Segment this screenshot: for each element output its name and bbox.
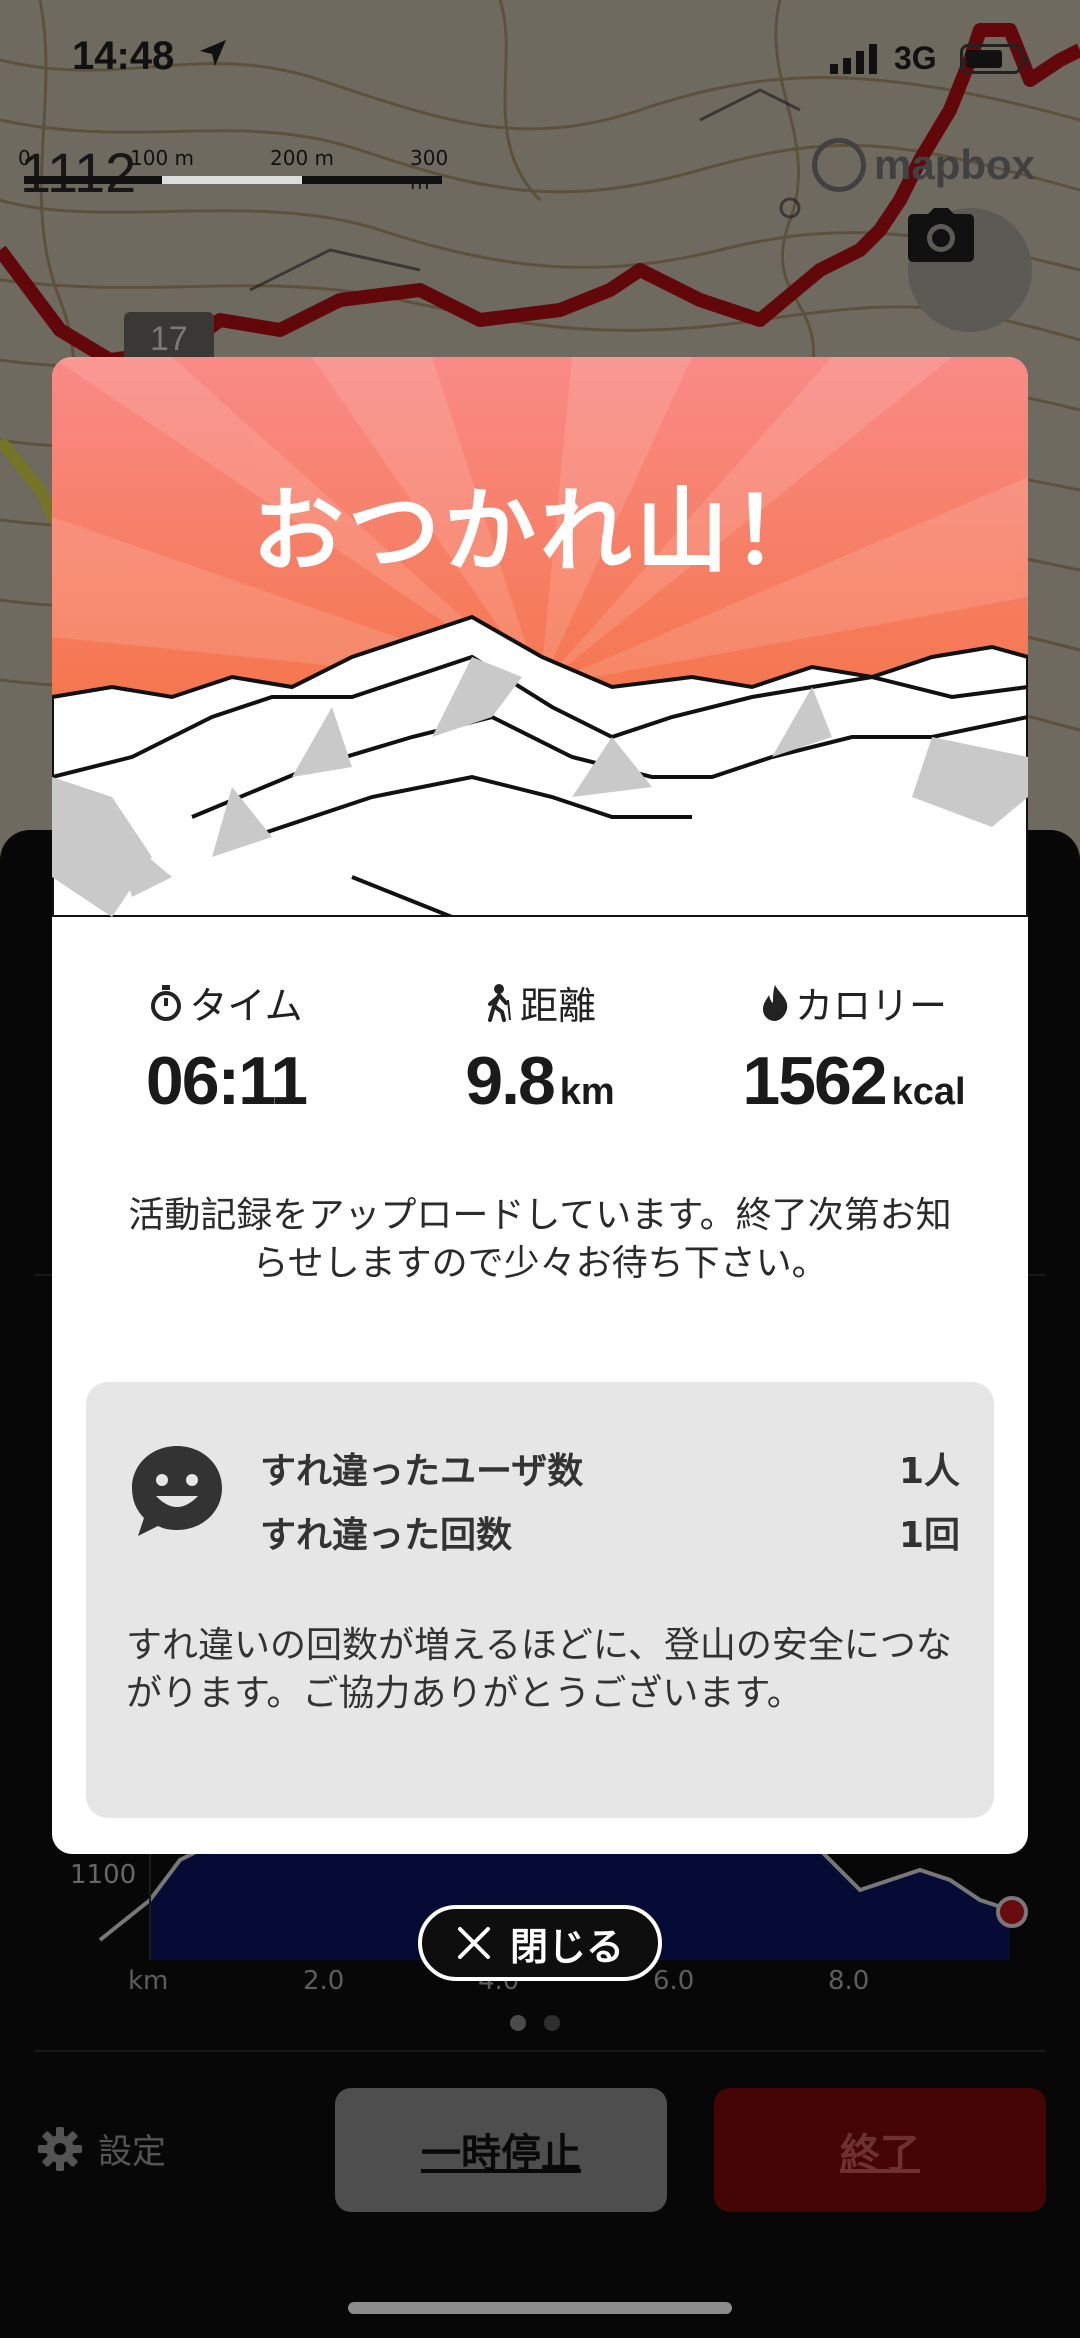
passing-count-label: すれ違った回数 — [260, 1515, 513, 1556]
camera-button[interactable] — [908, 208, 1032, 332]
status-time: 14:48 — [72, 34, 175, 78]
stat-calories-value: 1562 — [742, 1043, 887, 1119]
stat-calories: カロリー 1562 kcal — [704, 975, 1004, 1120]
scale-label-200: 200 m — [270, 146, 335, 170]
passing-users-label: すれ違ったユーザ数 — [260, 1451, 584, 1492]
stat-time-label: タイム — [189, 984, 303, 1028]
stat-distance-value: 9.8 — [465, 1043, 556, 1119]
map-scale-bar: 0 100 m 200 m 300 m — [18, 138, 448, 194]
passing-count-value: 1回 — [898, 1515, 960, 1556]
close-label: 閉じる — [509, 1924, 624, 1969]
smiley-chat-icon — [132, 1446, 222, 1536]
stat-distance-label: 距離 — [519, 984, 596, 1028]
stat-distance: 距離 9.8 km — [390, 975, 690, 1120]
passing-users-row: すれ違ったユーザ数 1人 — [260, 1442, 960, 1494]
stat-time: タイム 06:11 — [76, 975, 376, 1120]
passing-users-value: 1人 — [898, 1451, 960, 1492]
close-button[interactable]: 閉じる — [418, 1905, 662, 1981]
scale-segment — [162, 176, 302, 184]
close-icon — [457, 1927, 490, 1959]
scale-label-300: 300 m — [410, 146, 449, 194]
hiker-icon — [487, 983, 511, 1022]
flame-icon — [762, 984, 788, 1021]
mountain-illustration — [52, 357, 1028, 919]
scale-segment — [24, 176, 162, 184]
camera-icon — [908, 208, 974, 262]
stat-calories-label: カロリー — [794, 984, 947, 1028]
activity-complete-dialog: おつかれ山！ タイム 06:11 距離 9.8 km カロリー 1562 kca… — [52, 357, 1028, 1854]
battery-icon — [960, 44, 1028, 74]
passing-count-row: すれ違った回数 1回 — [260, 1506, 960, 1558]
scale-label-0: 0 — [18, 146, 31, 170]
stopwatch-icon — [151, 984, 182, 1021]
stat-time-value: 06:11 — [145, 1043, 308, 1119]
scale-label-100: 100 m — [130, 146, 195, 170]
stat-calories-unit: kcal — [891, 1071, 966, 1113]
upload-message: 活動記録をアップロードしています。終了次第お知らせしますので少々お待ち下さい。 — [128, 1195, 952, 1284]
stat-distance-unit: km — [559, 1071, 615, 1113]
dialog-title: おつかれ山！ — [251, 478, 828, 585]
hero-banner: おつかれ山！ — [52, 357, 1028, 919]
status-bar: 14:48 3G — [0, 30, 1080, 90]
activity-stats: タイム 06:11 距離 9.8 km カロリー 1562 kcal — [52, 975, 1028, 1125]
passing-note: すれ違いの回数が増えるほどに、登山の安全につながります。ご協力ありがとうございま… — [126, 1625, 952, 1714]
network-type: 3G — [894, 40, 937, 76]
passing-info-box: すれ違ったユーザ数 1人 すれ違った回数 1回 すれ違いの回数が増えるほどに、登… — [86, 1382, 994, 1818]
signal-icon — [830, 44, 877, 74]
location-arrow-icon — [200, 40, 226, 66]
scale-segment — [302, 176, 442, 184]
